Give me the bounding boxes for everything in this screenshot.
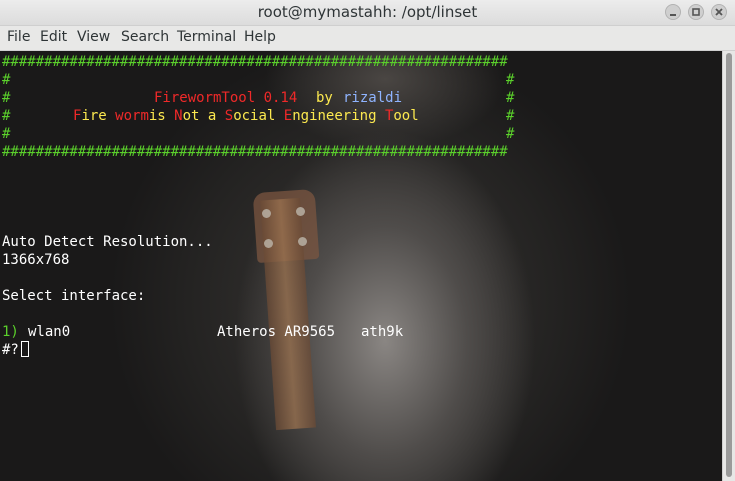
subtitle-part: ire xyxy=(81,108,116,124)
subtitle-part: S xyxy=(224,108,234,124)
subtitle-part: ocial xyxy=(233,108,284,124)
tuning-peg xyxy=(264,239,273,248)
banner-hash-right: # xyxy=(506,126,515,142)
subtitle-part: ot a xyxy=(182,108,225,124)
banner-hash-left: # xyxy=(2,126,11,142)
maximize-icon xyxy=(692,8,700,16)
subtitle-part: N xyxy=(174,108,183,124)
text-cursor xyxy=(20,341,29,357)
menu-help[interactable]: Help xyxy=(244,29,276,45)
menu-file[interactable]: File xyxy=(7,29,30,45)
banner-by: by xyxy=(316,90,333,106)
banner-author: rizaldi xyxy=(343,90,403,106)
tuning-peg xyxy=(296,207,305,216)
menu-search[interactable]: Search xyxy=(121,29,169,45)
subtitle-part: ngineering xyxy=(292,108,385,124)
menu-edit[interactable]: Edit xyxy=(40,29,67,45)
banner-hash-right: # xyxy=(506,72,515,88)
terminal-window: root@mymastahh: /opt/linset File Edit Vi… xyxy=(0,0,735,481)
option-interface: wlan0 xyxy=(28,324,71,340)
banner-tool-title: FirewormTool 0.14 xyxy=(154,90,298,106)
banner-hash-left: # xyxy=(2,72,11,88)
banner-border-bottom: ########################################… xyxy=(2,144,508,160)
menu-terminal[interactable]: Terminal xyxy=(177,29,236,45)
banner-hash-left: # xyxy=(2,90,11,106)
option-number: 1) xyxy=(2,324,19,340)
close-button[interactable] xyxy=(711,4,727,20)
close-icon xyxy=(715,8,723,16)
menu-bar: File Edit View Search Terminal Help xyxy=(0,26,735,51)
banner-hash-right: # xyxy=(506,90,515,106)
maximize-button[interactable] xyxy=(688,4,704,20)
window-title: root@mymastahh: /opt/linset xyxy=(257,3,478,21)
resolution-text: 1366x768 xyxy=(2,252,70,268)
tuning-peg xyxy=(298,237,307,246)
subtitle-part: is xyxy=(148,108,175,124)
subtitle-part: worm xyxy=(115,108,149,124)
subtitle-part: ool xyxy=(393,108,419,124)
option-chipset: Atheros AR9565 xyxy=(217,324,336,340)
banner-border-top: ########################################… xyxy=(2,54,508,70)
banner-subtitle: Fire wormis Not a Social Engineering Too… xyxy=(73,107,419,125)
vertical-scrollbar[interactable] xyxy=(722,51,735,481)
terminal-output[interactable]: ########################################… xyxy=(0,51,722,481)
minimize-button[interactable] xyxy=(665,4,681,20)
tuning-peg xyxy=(262,209,271,218)
subtitle-part: E xyxy=(283,108,293,124)
input-line[interactable]: #? xyxy=(2,341,29,359)
title-bar[interactable]: root@mymastahh: /opt/linset xyxy=(0,0,735,26)
option-driver: ath9k xyxy=(361,324,404,340)
banner-hash-left: # xyxy=(2,108,11,124)
select-interface-prompt: Select interface: xyxy=(2,288,146,304)
input-prompt: #? xyxy=(2,342,19,358)
minimize-icon xyxy=(670,14,676,16)
scrollbar-thumb[interactable] xyxy=(726,53,732,477)
menu-view[interactable]: View xyxy=(77,29,110,45)
banner-hash-right: # xyxy=(506,108,515,124)
auto-detect-text: Auto Detect Resolution... xyxy=(2,234,213,250)
